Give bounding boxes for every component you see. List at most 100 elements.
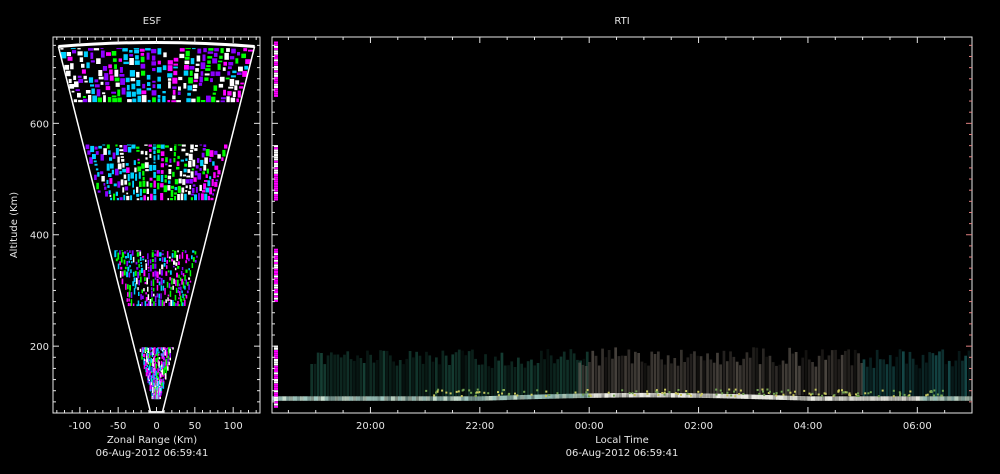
esf-echo-mark — [136, 149, 140, 152]
rti-echo-column — [637, 353, 640, 396]
esf-echo-mark — [139, 251, 142, 256]
esf-echo-mark — [140, 267, 144, 273]
rti-base-trace — [748, 394, 752, 399]
esf-echo-mark — [195, 165, 199, 169]
esf-echo-mark — [137, 259, 140, 263]
rti-echo-column — [490, 367, 494, 397]
rti-echo-column — [862, 359, 866, 397]
esf-echo-mark — [231, 48, 236, 54]
esf-echo-mark — [60, 48, 64, 50]
rti-base-trace — [832, 396, 836, 401]
esf-echo-mark — [165, 163, 168, 166]
esf-echo-mark — [176, 254, 179, 262]
rti-trace-speckle — [787, 389, 790, 392]
rti-base-trace — [307, 396, 311, 401]
rti-trace-speckle — [940, 394, 943, 397]
esf-echo-mark — [137, 95, 141, 103]
esf-echo-mark — [132, 180, 134, 188]
rti-echo-column — [850, 365, 854, 396]
esf-echo-mark — [218, 60, 223, 63]
rti-echo-column — [778, 364, 782, 396]
esf-echo-mark — [173, 57, 179, 62]
esf-echo-mark — [135, 173, 138, 181]
rti-initial-column — [274, 68, 278, 71]
esf-echo-mark — [136, 71, 140, 78]
esf-echo-mark — [204, 77, 209, 81]
esf-echo-mark — [116, 48, 122, 50]
rti-echo-column — [601, 348, 604, 396]
rti-echo-column — [961, 360, 964, 397]
esf-echo-mark — [108, 150, 111, 155]
esf-echo-mark — [210, 197, 214, 201]
esf-echo-mark — [70, 48, 76, 50]
esf-echo-mark — [162, 285, 165, 291]
esf-echo-mark — [159, 299, 162, 306]
esf-echo-mark — [161, 257, 164, 262]
rti-echo-column — [369, 354, 372, 397]
esf-echo-mark — [180, 298, 183, 306]
esf-echo-mark — [129, 58, 134, 65]
esf-echo-mark — [132, 271, 135, 277]
esf-echo-mark — [126, 261, 129, 267]
rti-base-trace — [618, 393, 623, 398]
rti-trace-speckle — [857, 392, 859, 395]
esf-echo-mark — [237, 90, 241, 98]
esf-echo-mark — [119, 145, 123, 148]
esf-echo-mark — [178, 283, 181, 287]
esf-echo-mark — [146, 52, 150, 60]
rti-trace-speckle — [646, 392, 649, 395]
esf-echo-mark — [157, 98, 161, 103]
esf-echo-mark — [182, 302, 184, 307]
esf-echo-mark — [108, 173, 112, 177]
esf-echo-mark — [145, 48, 151, 51]
esf-echo-mark — [174, 250, 177, 258]
esf-echo-mark — [124, 266, 127, 270]
esf-echo-mark — [137, 300, 140, 306]
esf-echo-mark — [136, 304, 138, 307]
esf-echo-mark — [150, 193, 153, 201]
esf-echo-mark — [151, 259, 154, 262]
rti-base-trace — [464, 396, 469, 401]
esf-echo-mark — [215, 71, 221, 76]
esf-echo-mark — [153, 293, 155, 297]
esf-echo-mark — [136, 186, 139, 193]
esf-echo-mark — [149, 153, 152, 158]
esf-echo-mark — [109, 157, 113, 161]
esf-echo-mark — [142, 176, 145, 181]
rti-panel: RTI 20:00 22:00 00:00 02:00 04:00 06:00 Local… — [271, 16, 973, 459]
rti-base-trace — [331, 396, 336, 401]
esf-echo-mark — [188, 258, 190, 262]
rti-base-trace — [359, 396, 364, 401]
rti-base-trace — [709, 393, 714, 399]
esf-echo-mark — [81, 63, 85, 68]
esf-echo-mark — [136, 267, 139, 270]
esf-echo-mark — [83, 75, 87, 80]
rti-initial-column — [274, 354, 278, 357]
rti-trace-speckle — [668, 391, 671, 394]
esf-echo-mark — [85, 144, 90, 150]
rti-echo-column — [517, 357, 520, 397]
rti-base-trace — [289, 396, 294, 401]
esf-x-tick-label: 50 — [188, 421, 201, 432]
esf-echo-mark — [225, 77, 230, 80]
rti-trace-speckle — [738, 393, 741, 396]
rti-trace-speckle — [656, 391, 659, 394]
rti-echo-column — [964, 355, 967, 397]
rti-trace-speckle — [837, 390, 840, 393]
rti-base-trace — [349, 396, 353, 401]
esf-echo-mark — [105, 191, 108, 197]
rti-base-trace — [639, 392, 644, 398]
esf-echo-mark — [176, 100, 181, 103]
esf-echo-mark — [159, 268, 161, 275]
esf-echo-mark — [166, 265, 168, 269]
rti-initial-column — [274, 271, 278, 273]
esf-echo-mark — [140, 52, 145, 56]
esf-echo-mark — [140, 276, 142, 283]
esf-echo-mark — [134, 167, 137, 173]
esf-echo-mark — [94, 163, 98, 166]
rti-base-trace — [769, 395, 773, 400]
esf-echo-mark — [71, 90, 75, 93]
esf-echo-mark — [196, 96, 201, 103]
esf-echo-mark — [167, 73, 173, 78]
esf-echo-mark — [177, 290, 180, 293]
